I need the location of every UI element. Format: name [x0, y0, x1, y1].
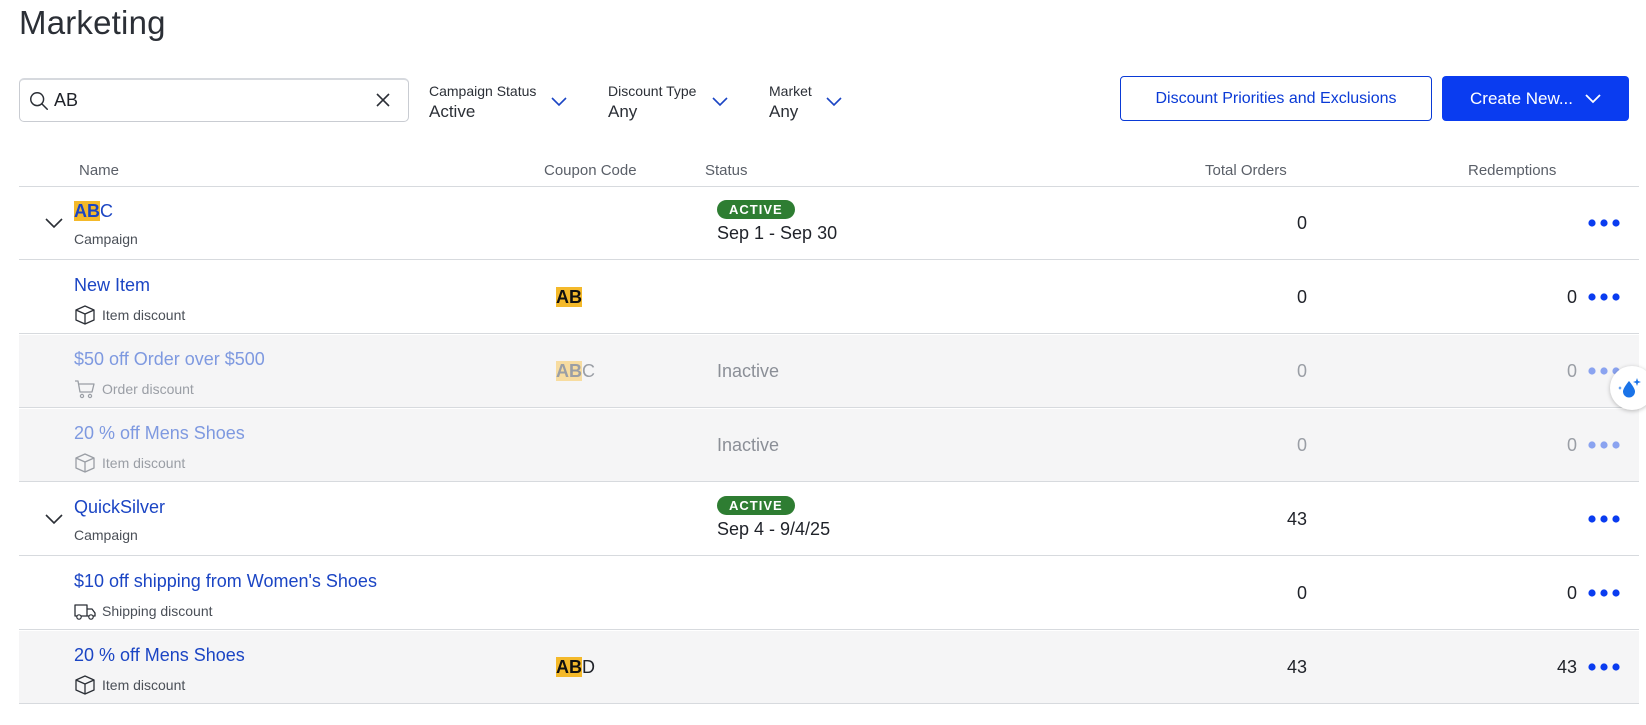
filter-value: Any — [608, 102, 638, 121]
row-type-label: Campaign — [74, 231, 138, 247]
redemptions: 0 — [1566, 361, 1577, 381]
search-box[interactable] — [19, 78, 409, 122]
row-subtitle: Shipping discount — [74, 601, 213, 621]
more-options-icon[interactable] — [1587, 216, 1621, 230]
page-title: Marketing — [19, 4, 166, 41]
status-badge: ACTIVE — [717, 496, 795, 515]
table-row[interactable]: 20 % off Mens Shoes Item discount Inacti… — [19, 409, 1639, 482]
total-orders: 43 — [1286, 509, 1307, 529]
row-name-link[interactable]: ABC — [74, 201, 113, 222]
droplet-sparkle-icon — [1618, 378, 1641, 398]
redemptions: 43 — [1556, 657, 1577, 677]
row-subtitle: Item discount — [74, 675, 185, 695]
date-range: Sep 4 - 9/4/25 — [717, 519, 831, 539]
search-icon — [30, 91, 48, 110]
truck-icon — [74, 604, 96, 620]
row-type-label: Shipping discount — [102, 603, 213, 619]
chevron-down-icon — [826, 97, 842, 107]
more-options-icon[interactable] — [1587, 660, 1621, 674]
box-icon — [75, 453, 95, 473]
more-options-icon[interactable] — [1587, 290, 1621, 304]
total-orders: 0 — [1296, 361, 1307, 381]
chevron-down-icon — [1585, 93, 1601, 103]
chevron-down-icon[interactable] — [44, 217, 64, 229]
row-type-label: Order discount — [102, 381, 194, 397]
table-row[interactable]: New Item Item discount AB 0 0 — [19, 261, 1639, 334]
row-name-link[interactable]: QuickSilver — [74, 497, 165, 518]
table-row[interactable]: $10 off shipping from Women's Shoes Ship… — [19, 557, 1639, 630]
total-orders: 0 — [1296, 213, 1307, 233]
filter-campaign-status[interactable]: Campaign Status Active — [429, 83, 569, 122]
filter-discount-type[interactable]: Discount Type Any — [608, 83, 728, 122]
chevron-down-icon — [551, 97, 567, 107]
row-type-label: Item discount — [102, 455, 186, 471]
filter-value: Active — [429, 102, 476, 121]
filter-label: Discount Type — [608, 83, 697, 99]
coupon-code: ABD — [556, 657, 595, 678]
coupon-rest: D — [582, 657, 595, 677]
status-text: Inactive — [717, 435, 780, 455]
coupon-rest: C — [582, 361, 595, 381]
create-new-label: Create New... — [1470, 88, 1573, 108]
total-orders: 0 — [1296, 287, 1307, 307]
search-input[interactable] — [54, 90, 354, 111]
table-header: Name Coupon Code Status Total Orders Red… — [0, 160, 1646, 186]
total-orders: 0 — [1296, 435, 1307, 455]
discount-priorities-button[interactable]: Discount Priorities and Exclusions — [1120, 76, 1432, 121]
chevron-down-icon — [712, 97, 728, 107]
coupon-code: ABC — [556, 361, 595, 382]
row-subtitle: Item discount — [74, 453, 185, 473]
clear-search-icon[interactable] — [374, 91, 392, 109]
cart-icon — [75, 380, 95, 399]
row-name-link[interactable]: 20 % off Mens Shoes — [74, 423, 245, 444]
search-highlight: AB — [556, 657, 582, 677]
filter-label: Campaign Status — [429, 83, 537, 99]
assistant-fab[interactable] — [1610, 366, 1646, 410]
row-name-rest: C — [100, 201, 113, 221]
more-options-icon[interactable] — [1587, 438, 1621, 452]
more-options-icon[interactable] — [1587, 586, 1621, 600]
total-orders: 43 — [1286, 657, 1307, 677]
table-row[interactable]: ABC Campaign ACTIVE Sep 1 - Sep 30 0 — [19, 187, 1639, 260]
status-badge: ACTIVE — [717, 200, 795, 219]
total-orders: 0 — [1296, 583, 1307, 603]
row-name-link[interactable]: $10 off shipping from Women's Shoes — [74, 571, 377, 592]
search-highlight: AB — [74, 201, 100, 221]
row-name-link[interactable]: 20 % off Mens Shoes — [74, 645, 245, 666]
redemptions: 0 — [1566, 287, 1577, 307]
column-header-redemptions[interactable]: Redemptions — [1468, 162, 1556, 179]
redemptions: 0 — [1566, 435, 1577, 455]
row-subtitle: Campaign — [74, 527, 138, 543]
more-options-icon[interactable] — [1587, 512, 1621, 526]
date-range: Sep 1 - Sep 30 — [717, 223, 838, 243]
row-subtitle: Order discount — [74, 379, 194, 399]
redemptions: 0 — [1566, 583, 1577, 603]
column-header-coupon[interactable]: Coupon Code — [544, 162, 637, 179]
row-name-link[interactable]: New Item — [74, 275, 150, 296]
row-type-label: Item discount — [102, 307, 186, 323]
row-subtitle: Campaign — [74, 231, 138, 247]
column-header-orders[interactable]: Total Orders — [1205, 162, 1287, 179]
row-subtitle: Item discount — [74, 305, 185, 325]
create-new-button[interactable]: Create New... — [1442, 76, 1629, 121]
chevron-down-icon[interactable] — [44, 513, 64, 525]
row-type-label: Item discount — [102, 677, 186, 693]
table-row[interactable]: $50 off Order over $500 Order discount A… — [19, 335, 1639, 408]
search-highlight: AB — [556, 361, 582, 381]
column-header-name[interactable]: Name — [79, 162, 119, 179]
row-type-label: Campaign — [74, 527, 138, 543]
box-icon — [75, 675, 95, 695]
row-name-link[interactable]: $50 off Order over $500 — [74, 349, 265, 370]
filter-market[interactable]: Market Any — [769, 83, 849, 122]
table-row[interactable]: 20 % off Mens Shoes Item discount ABD 43… — [19, 631, 1639, 704]
table-row[interactable]: QuickSilver Campaign ACTIVE Sep 4 - 9/4/… — [19, 483, 1639, 556]
box-icon — [75, 305, 95, 325]
status-text: Inactive — [717, 361, 780, 381]
coupon-code: AB — [556, 287, 582, 308]
column-header-status[interactable]: Status — [705, 162, 748, 179]
search-highlight: AB — [556, 287, 582, 307]
